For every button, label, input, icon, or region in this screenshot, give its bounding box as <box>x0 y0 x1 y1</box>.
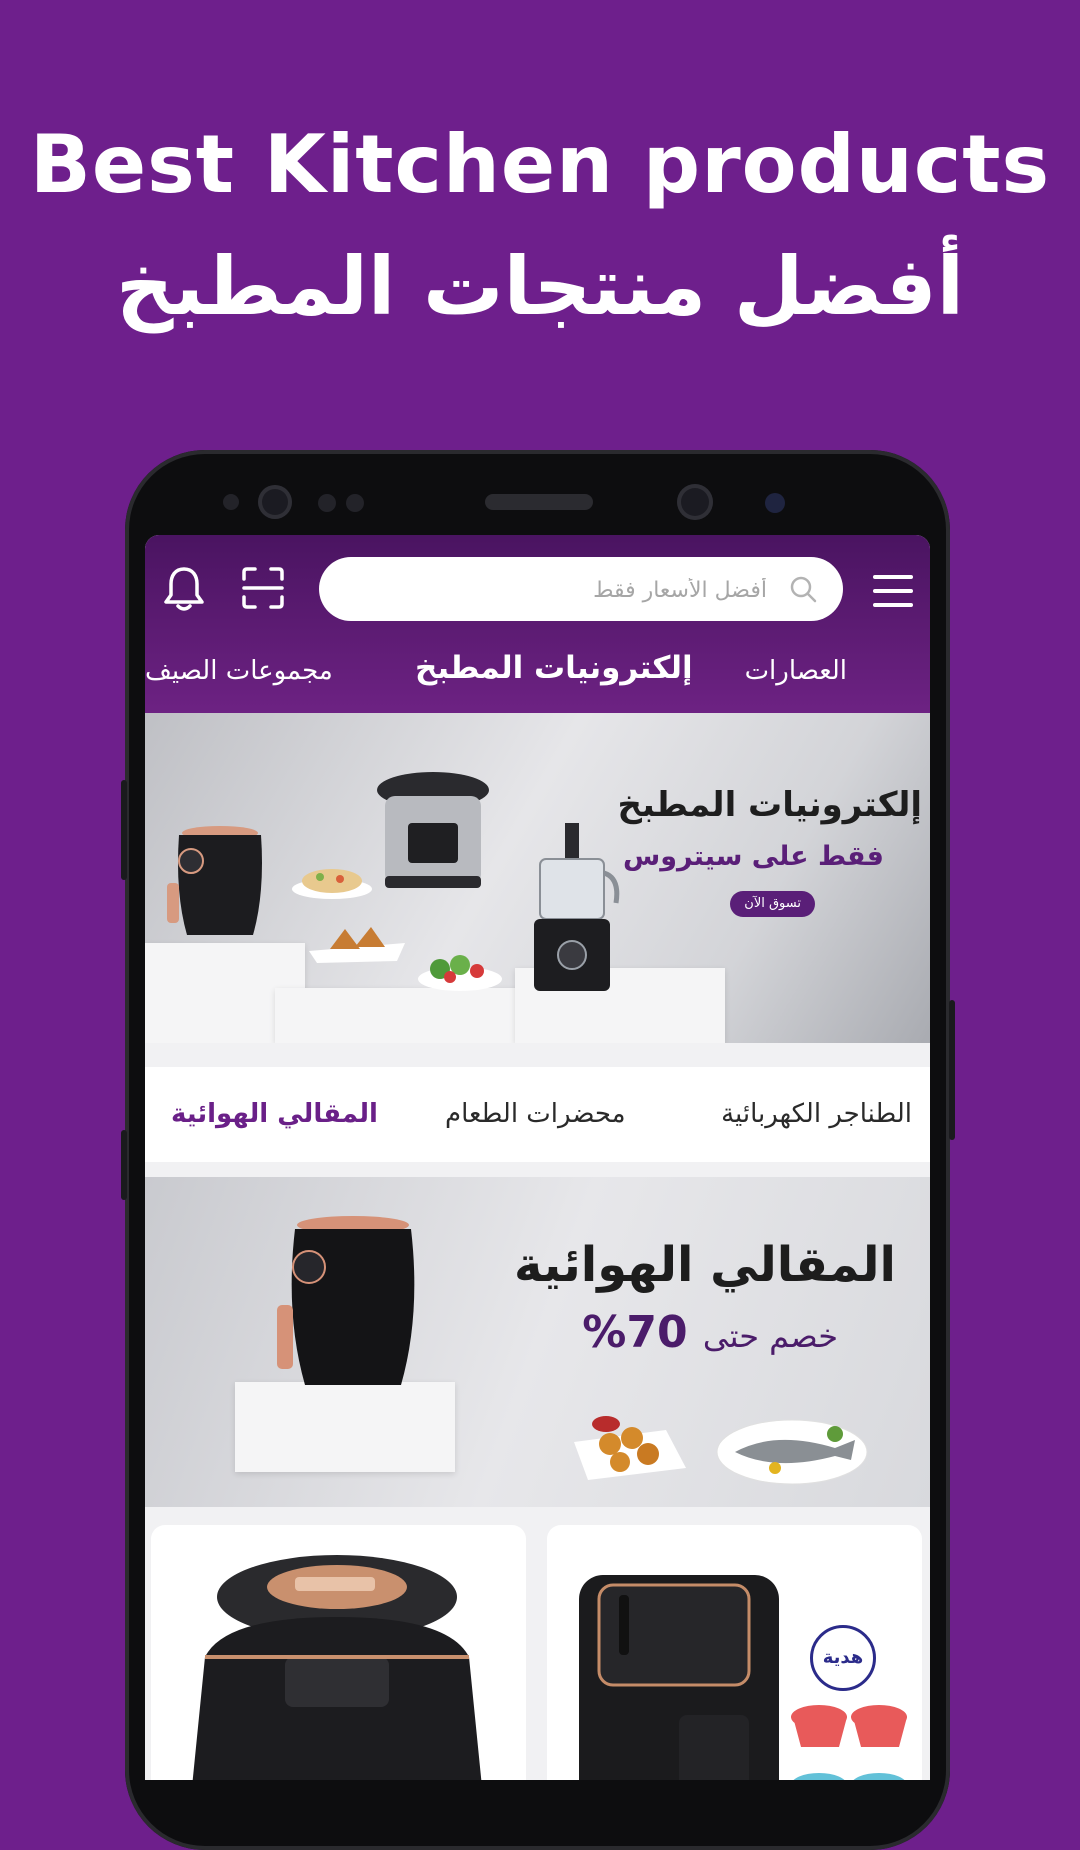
food-plate-image <box>292 869 372 899</box>
subcategory-tabs: الطناجر الكهربائية محضرات الطعام المقالي… <box>145 1067 930 1162</box>
category-tab-kitchen-electronics[interactable]: إلكترونيات المطبخ <box>415 650 693 686</box>
scan-icon[interactable] <box>241 566 285 610</box>
phone-side-button <box>121 1130 127 1200</box>
subtab-food-processors[interactable]: محضرات الطعام <box>445 1099 626 1129</box>
search-bar[interactable] <box>319 557 843 621</box>
menu-icon[interactable] <box>873 571 913 611</box>
food-plate-image <box>716 1419 868 1485</box>
food-plate-image <box>309 927 405 963</box>
category-tab-summer-collections[interactable]: مجموعات الصيف <box>145 656 333 686</box>
kitchen-electronics-banner[interactable]: إلكترونيات المطبخ فقط على سيتروس تسوق ال… <box>145 713 930 1043</box>
phone-sensor <box>765 493 785 513</box>
banner1-title: إلكترونيات المطبخ <box>617 785 923 825</box>
banner1-subtitle: فقط على سيتروس <box>622 841 884 872</box>
iris-camera-icon <box>677 484 713 520</box>
silicone-molds-image <box>791 1705 907 1780</box>
food-plate-image <box>418 955 502 991</box>
phone-speaker <box>485 494 593 510</box>
phone-power-button <box>949 1000 955 1140</box>
search-icon <box>790 576 817 603</box>
gift-badge: هدية <box>810 1625 876 1691</box>
promo-title-english: Best Kitchen products <box>29 118 1051 211</box>
air-fryer-product-image <box>192 1555 482 1780</box>
banner2-title: المقالي الهوائية <box>514 1237 896 1293</box>
category-tab-juicers[interactable]: العصارات <box>745 656 847 686</box>
bell-icon[interactable] <box>163 565 205 613</box>
search-input[interactable] <box>345 565 769 615</box>
app-header: العصارات إلكترونيات المطبخ مجموعات الصيف <box>145 535 930 713</box>
category-tabs: العصارات إلكترونيات المطبخ مجموعات الصيف <box>145 650 930 700</box>
air-fryer-product-image <box>579 1575 779 1780</box>
air-fryer-image <box>277 1216 415 1385</box>
product-card[interactable]: هدية <box>547 1525 922 1780</box>
product-card[interactable] <box>151 1525 526 1780</box>
shop-now-button[interactable]: تسوق الآن <box>730 891 815 917</box>
phone-sensor <box>346 494 364 512</box>
subtab-electric-cookers[interactable]: الطناجر الكهربائية <box>721 1099 912 1129</box>
promo-title-arabic: أفضل منتجات المطبخ <box>115 240 964 333</box>
subtab-air-fryers[interactable]: المقالي الهوائية <box>171 1099 378 1129</box>
air-fryer-image <box>167 826 262 935</box>
discount-value: 70% <box>582 1307 688 1358</box>
phone-volume-button <box>121 780 127 880</box>
front-camera-icon <box>258 485 292 519</box>
air-fryers-banner[interactable]: المقالي الهوائية خصم حتى 70% <box>145 1177 930 1507</box>
food-processor-image <box>534 823 620 991</box>
phone-sensor <box>223 494 239 510</box>
app-screen: العصارات إلكترونيات المطبخ مجموعات الصيف <box>145 535 930 1780</box>
pressure-cooker-image <box>377 772 489 888</box>
phone-sensor <box>318 494 336 512</box>
banner2-subtitle: خصم حتى 70% <box>582 1307 838 1358</box>
food-plate-image <box>574 1416 686 1480</box>
discount-prefix: خصم حتى <box>702 1317 838 1355</box>
display-pedestal <box>235 1382 455 1472</box>
